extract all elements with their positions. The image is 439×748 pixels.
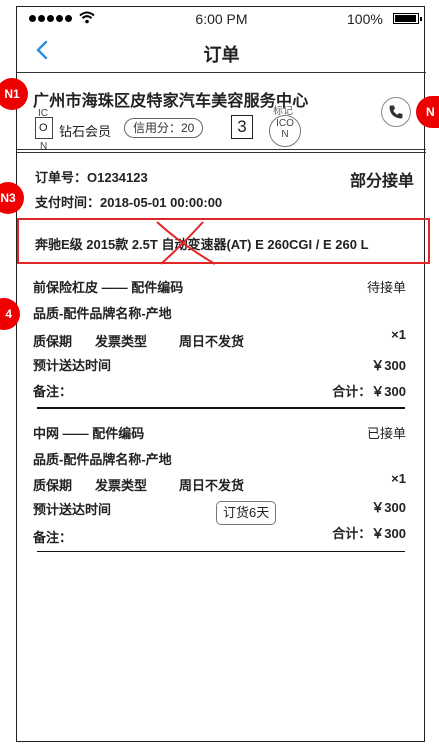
battery-level: 100% (347, 11, 383, 27)
shop-icon-placeholder: IC O N (35, 109, 53, 152)
item-quantity: ×1 (391, 327, 406, 342)
item-note-label: 备注： (33, 530, 73, 545)
item-status: 待接单 (366, 280, 406, 295)
order-number: 订单号：O1234123 (35, 170, 148, 185)
payment-time: 支付时间：2018-05-01 00:00:00 (35, 195, 223, 210)
item-note-label: 备注： (33, 384, 73, 399)
item-quality: 品质-配件品牌名称-产地 (33, 452, 172, 467)
item-price: ￥300 (371, 358, 406, 373)
item-price: ￥300 (371, 500, 406, 515)
item-delivery-label: 预计送达时间 (33, 358, 112, 373)
car-model-bar: 奔驰E级 2015款 2.5T 自动变速器(AT) E 260CGI / E 2… (17, 218, 430, 265)
item-total: 合计：￥300 (332, 526, 406, 541)
item-sunday-policy: 周日不发货 (179, 478, 245, 493)
divider (37, 407, 405, 409)
item-warranty: 质保期 (33, 334, 73, 349)
item-status: 已接单 (366, 426, 406, 441)
item-invoice-type: 发票类型 (95, 334, 148, 349)
phone-icon[interactable] (381, 97, 411, 127)
status-bar: 6:00 PM 100% (17, 7, 426, 29)
order-header: 订单号：O1234123 部分接单 支付时间：2018-05-01 00:00:… (17, 157, 426, 215)
item-warranty: 质保期 (33, 478, 73, 493)
nav-bar: 订单 (17, 29, 426, 73)
shop-info: 广州市海珠区皮特家汽车美容服务中心 IC O N 钻石会员 信用分：20 3 标… (17, 73, 426, 153)
order-status: 部分接单 (349, 173, 414, 190)
item-delivery-label: 预计送达时间 (33, 502, 112, 517)
phone-frame: 6:00 PM 100% 订单 广州市海珠区皮特家汽车美容服务中心 IC O N… (16, 6, 430, 742)
item-total: 合计：￥300 (332, 384, 406, 399)
page-title: 订单 (203, 45, 240, 65)
item-sunday-policy: 周日不发货 (179, 334, 245, 349)
car-model: 奔驰E级 2015款 2.5T 自动变速器(AT) E 260CGI / E 2… (35, 237, 369, 252)
battery-icon (393, 13, 422, 24)
shop-name: 广州市海珠区皮特家汽车美容服务中心 (33, 93, 309, 110)
item-quantity: ×1 (391, 471, 406, 486)
mark-icon[interactable]: 标记 ICO N (269, 106, 301, 147)
item-title: 中网 —— 配件编码 (33, 426, 145, 441)
item-quality: 品质-配件品牌名称-产地 (33, 306, 172, 321)
item-invoice-type: 发票类型 (95, 478, 148, 493)
divider (37, 551, 405, 552)
item-title: 前保险杠皮 —— 配件编码 (33, 280, 184, 295)
credit-score-badge: 信用分：20 (124, 118, 204, 138)
member-level: 钻石会员 (59, 124, 112, 139)
count-box: 3 (231, 115, 253, 139)
order-days-tag[interactable]: 订货6天 (216, 501, 277, 525)
